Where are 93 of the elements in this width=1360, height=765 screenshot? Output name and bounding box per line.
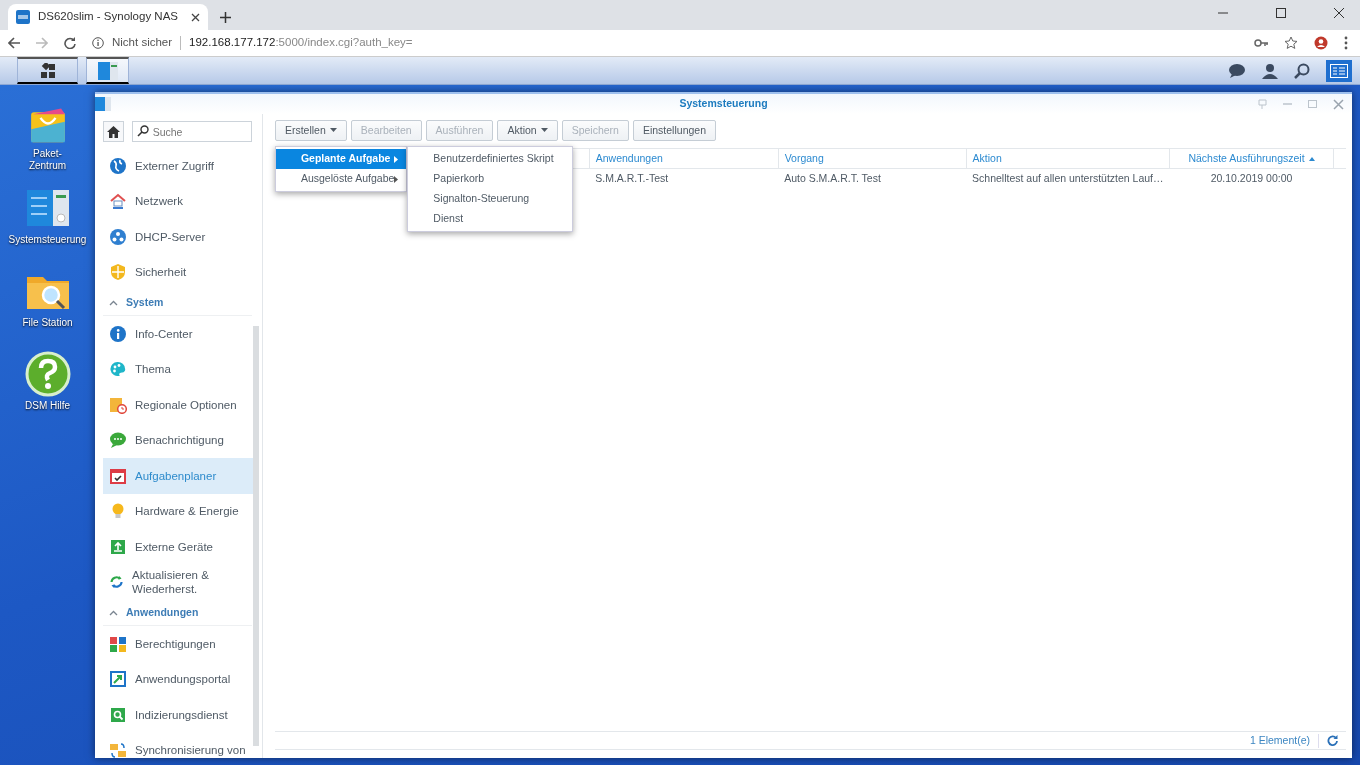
widgets-button[interactable] [1326,60,1352,82]
home-button[interactable] [103,121,124,142]
menu-item[interactable]: Geplante Aufgabe [275,149,407,169]
sidebar-item[interactable]: Sicherheit [103,254,254,290]
palette-icon [109,360,127,379]
search-field[interactable]: Suche [131,121,252,142]
home-icon [106,125,120,138]
sidebar-item[interactable]: DHCP-Server [103,219,254,255]
caret-icon [329,128,337,133]
key-icon[interactable] [1254,36,1268,50]
taskbar-button[interactable] [86,57,129,84]
tab-title: DS620slim - Synology NAS [38,9,179,25]
window-title: Systemsteuerung [679,96,768,112]
table-cell: Schnelltest auf allen unterstützten Lauf… [966,168,1170,189]
folder-sync-icon [109,741,127,758]
reload-icon[interactable] [64,37,76,49]
table-cell: Auto S.M.A.R.T. Test [778,168,967,189]
sidebar-item[interactable]: Info-Center [103,316,254,352]
refresh-icon[interactable] [1327,735,1338,746]
search-icon[interactable] [1294,63,1310,79]
column-header[interactable]: Vorgang [778,148,967,169]
maximize-icon[interactable] [1276,8,1286,18]
chevron-up-icon [109,609,118,616]
scrollbar[interactable] [253,326,259,746]
menu-item[interactable]: Benutzerdefiniertes Skript [408,149,572,169]
item-count: 1 Element(e) [1249,732,1310,748]
back-icon[interactable] [8,37,20,49]
column-header[interactable]: Anwendungen [589,148,779,169]
search-icon [136,125,149,137]
info-icon [92,37,104,49]
widgets-icon [1330,64,1348,78]
star-icon[interactable] [1284,36,1298,50]
sidebar-item[interactable]: Aktualisieren & Wiederherst. [103,564,254,600]
sidebar-item[interactable]: Indizierungsdienst [103,697,254,733]
sort-icon [1308,156,1315,161]
grid-icon [39,62,56,79]
sidebar-item[interactable]: Regionale Optionen [103,387,254,423]
toolbar-button[interactable]: Aktion [497,119,558,142]
section-header[interactable]: Anwendungen [103,600,252,626]
desktop-icon-label[interactable]: File Station [16,317,79,329]
table-cell: S.M.A.R.T.-Test [589,168,779,189]
info-icon [109,324,127,343]
close-icon[interactable] [191,12,200,22]
sidebar-item[interactable]: Externe Geräte [103,529,254,565]
sidebar-item[interactable]: Benachrichtigung [103,422,254,458]
menu-item[interactable]: Papierkorb [408,169,572,189]
caret-icon [540,128,548,133]
menu-item[interactable]: Signalton-Steuerung [408,189,572,209]
menu-icon[interactable] [1344,36,1348,50]
submenu-arrow-icon [394,175,399,183]
profile-icon[interactable] [1314,36,1328,50]
section-header[interactable]: System [103,290,252,316]
column-header[interactable]: Nächste Ausführungszeit [1169,148,1334,169]
sidebar-item[interactable]: Anwendungsportal [103,661,254,697]
address-bar[interactable]: Nicht sicher 192.168.177.172:5000/index.cgi?auth_key= [92,34,1238,52]
shield-icon [109,263,127,282]
network-nodes-icon [109,227,127,246]
house-icon [109,192,127,211]
tiles-icon [109,634,127,653]
sidebar-item[interactable]: Hardware & Energie [103,493,254,529]
user-icon[interactable] [1262,63,1278,79]
chat-icon[interactable] [1228,63,1246,79]
sidebar-item[interactable]: Synchronisierung von [103,732,254,758]
desktop-icon-label[interactable]: Systemsteuerung [8,234,87,246]
toolbar-button[interactable]: Erstellen [274,119,347,142]
calendar-check-icon [109,466,127,485]
chat-bubble-icon [109,431,127,450]
security-label: Nicht sicher [112,35,173,51]
sidebar-item[interactable]: Berechtigungen [103,626,254,662]
upload-icon [109,537,127,556]
table-cell: 20.10.2019 00:00 [1169,168,1334,189]
column-header[interactable]: Aktion [966,148,1170,169]
submenu-arrow-icon [394,155,399,163]
url-text: 192.168.177.172:5000/index.cgi?auth_key= [189,35,413,51]
toolbar-button[interactable]: Einstellungen [632,119,716,142]
question-mark-icon[interactable] [23,350,72,398]
desktop-icon-label[interactable]: Paket-Zentrum [16,148,79,171]
sidebar-item[interactable]: Netzwerk [103,183,254,219]
close-icon[interactable] [1334,8,1344,18]
chevron-up-icon [109,299,118,306]
arrow-window-icon [109,670,127,689]
sidebar-item[interactable]: Externer Zugriff [103,148,254,184]
plus-icon [220,12,231,23]
favicon-icon [16,10,30,24]
control-panel-icon [96,60,119,81]
browser-tab[interactable]: DS620slim - Synology NAS [8,4,208,30]
clock-folder-icon [109,395,127,414]
menu-item[interactable]: Dienst [408,209,572,229]
document-search-icon [109,705,127,724]
sidebar-item[interactable]: Thema [103,351,254,387]
control-panel-icon [95,97,111,111]
desktop-icon-label[interactable]: DSM Hilfe [16,400,79,412]
menu-item[interactable]: Ausgelöste Aufgabe [275,169,407,189]
